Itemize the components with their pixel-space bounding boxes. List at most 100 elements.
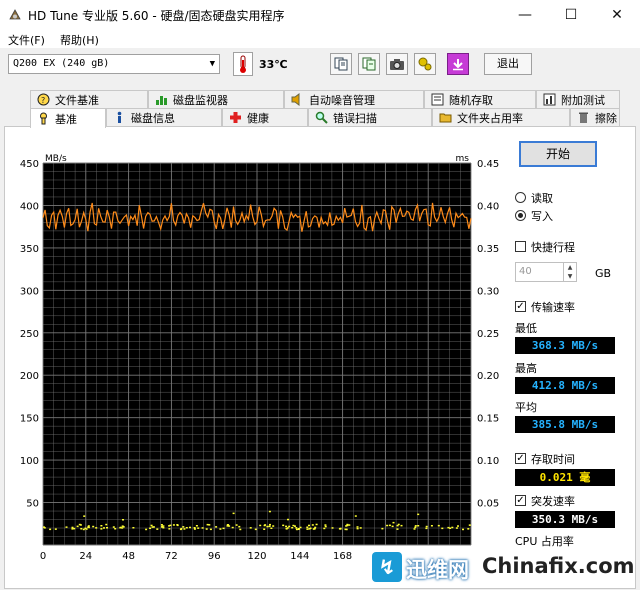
read-radio[interactable] — [515, 192, 526, 203]
access-time-point — [76, 525, 79, 528]
access-time-point — [168, 528, 171, 530]
tab-label: 磁盘信息 — [131, 111, 175, 125]
access-time-point — [455, 527, 458, 529]
download-icon[interactable] — [447, 53, 469, 75]
camera-icon[interactable] — [386, 53, 408, 75]
tab-aam[interactable]: 自动噪音管理 — [284, 90, 424, 108]
info-icon — [113, 111, 126, 124]
tabs-top-row: ? 文件基准 磁盘监视器 自动噪音管理 随机存取 附加测试 — [30, 90, 620, 108]
gb-unit: GB — [595, 267, 612, 280]
access-time-point — [239, 528, 242, 531]
access-time-point — [172, 524, 175, 526]
y-left-tick-label: 50 — [26, 499, 39, 510]
drive-select[interactable]: Q200 EX (240 gB) ▼ — [8, 54, 220, 74]
menu-file[interactable]: 文件(F) — [8, 32, 45, 48]
x-tick-label: 48 — [122, 551, 135, 562]
watermark: ↯ 迅维网 Chinafix.com — [372, 548, 640, 589]
transfer-rate-checkbox[interactable]: ✓ — [515, 301, 526, 312]
access-time-point — [314, 526, 317, 529]
access-time-point — [285, 525, 288, 528]
drive-select-value: Q200 EX (240 gB) — [13, 58, 110, 69]
tab-error-scan[interactable]: 错误扫描 — [308, 108, 432, 126]
access-time-point — [106, 527, 108, 529]
tab-disk-info[interactable]: 磁盘信息 — [106, 108, 222, 126]
copy-info-icon[interactable] — [358, 53, 380, 75]
watermark-brand-en: Chinafix.com — [482, 554, 635, 578]
access-time-point — [269, 523, 271, 526]
tab-extra-tests[interactable]: 附加测试 — [536, 90, 620, 108]
minimize-button[interactable]: — — [502, 0, 548, 30]
access-time-point — [150, 524, 153, 527]
access-time-point — [231, 526, 234, 529]
tab-label: 错误扫描 — [333, 111, 377, 125]
start-button[interactable]: 开始 — [519, 141, 597, 167]
x-tick-label: 0 — [40, 551, 46, 562]
access-time-point — [189, 526, 191, 529]
tab-health[interactable]: 健康 — [222, 108, 308, 126]
access-time-point — [311, 524, 314, 526]
tab-disk-monitor[interactable]: 磁盘监视器 — [148, 90, 284, 108]
access-time-point — [65, 526, 68, 528]
spinner-arrows-icon[interactable]: ▲ ▼ — [563, 263, 576, 281]
access-time-point — [232, 512, 235, 515]
access-time-point — [185, 527, 188, 529]
options-icon[interactable] — [414, 53, 436, 75]
access-time-point — [400, 524, 403, 527]
y-right-tick-label: 0.05 — [477, 499, 499, 510]
access-time-point — [183, 528, 186, 530]
close-button[interactable]: ✕ — [594, 0, 640, 30]
access-time-point — [308, 528, 311, 530]
burst-rate-checkbox[interactable]: ✓ — [515, 495, 526, 506]
file-benchmark-icon: ? — [37, 93, 50, 106]
access-time-point — [78, 523, 81, 526]
access-time-point — [226, 524, 229, 526]
access-time-point — [222, 527, 225, 530]
access-time-point — [414, 526, 417, 529]
access-time-point — [287, 518, 289, 521]
short-stroke-input[interactable]: 40 ▲ ▼ — [515, 262, 577, 282]
access-time-point — [263, 524, 266, 527]
exit-button[interactable]: 退出 — [484, 53, 532, 75]
tab-label: 健康 — [247, 111, 269, 125]
x-tick-label: 96 — [208, 551, 221, 562]
tab-file-benchmark[interactable]: ? 文件基准 — [30, 90, 148, 108]
x-tick-label: 168 — [333, 551, 352, 562]
y-left-tick-label: 300 — [20, 286, 39, 297]
temperature-value: 33℃ — [259, 58, 288, 71]
access-time-point — [285, 527, 288, 530]
short-stroke-checkbox[interactable] — [515, 241, 526, 252]
access-time-point — [467, 528, 470, 530]
maximize-button[interactable]: ☐ — [548, 0, 594, 30]
access-time-point — [356, 526, 359, 528]
min-value: 368.3 MB/s — [515, 337, 615, 354]
tab-erase[interactable]: 擦除 — [570, 108, 620, 126]
access-time-point — [414, 525, 417, 527]
access-time-point — [145, 528, 148, 531]
access-time-point — [83, 515, 86, 517]
access-time-point — [263, 528, 266, 530]
access-time-point — [288, 525, 291, 528]
write-radio[interactable] — [515, 210, 526, 221]
access-time-point — [348, 524, 351, 526]
tab-folder-usage[interactable]: 文件夹占用率 — [432, 108, 570, 126]
access-time-point — [149, 527, 152, 529]
access-time-point — [100, 528, 103, 530]
window-title: HD Tune 专业版 5.60 - 硬盘/固态硬盘实用程序 — [28, 9, 285, 23]
menu-help[interactable]: 帮助(H) — [60, 32, 99, 48]
access-time-point — [308, 524, 310, 527]
access-time-point — [441, 527, 444, 530]
folder-icon — [439, 111, 452, 124]
access-time-point — [282, 524, 285, 527]
access-time-checkbox[interactable]: ✓ — [515, 453, 526, 464]
tab-random-access[interactable]: 随机存取 — [424, 90, 536, 108]
access-time-point — [315, 523, 318, 526]
access-time-point — [84, 527, 87, 530]
y-left-tick-label: 200 — [20, 371, 39, 382]
tab-benchmark[interactable]: 基准 — [30, 108, 106, 128]
short-stroke-label: 快捷行程 — [531, 241, 575, 254]
speaker-icon — [291, 93, 304, 106]
y-right-tick-label: 0.15 — [477, 414, 499, 425]
svg-text:?: ? — [41, 96, 45, 105]
copy-icon[interactable] — [330, 53, 352, 75]
access-time-point — [254, 528, 257, 531]
